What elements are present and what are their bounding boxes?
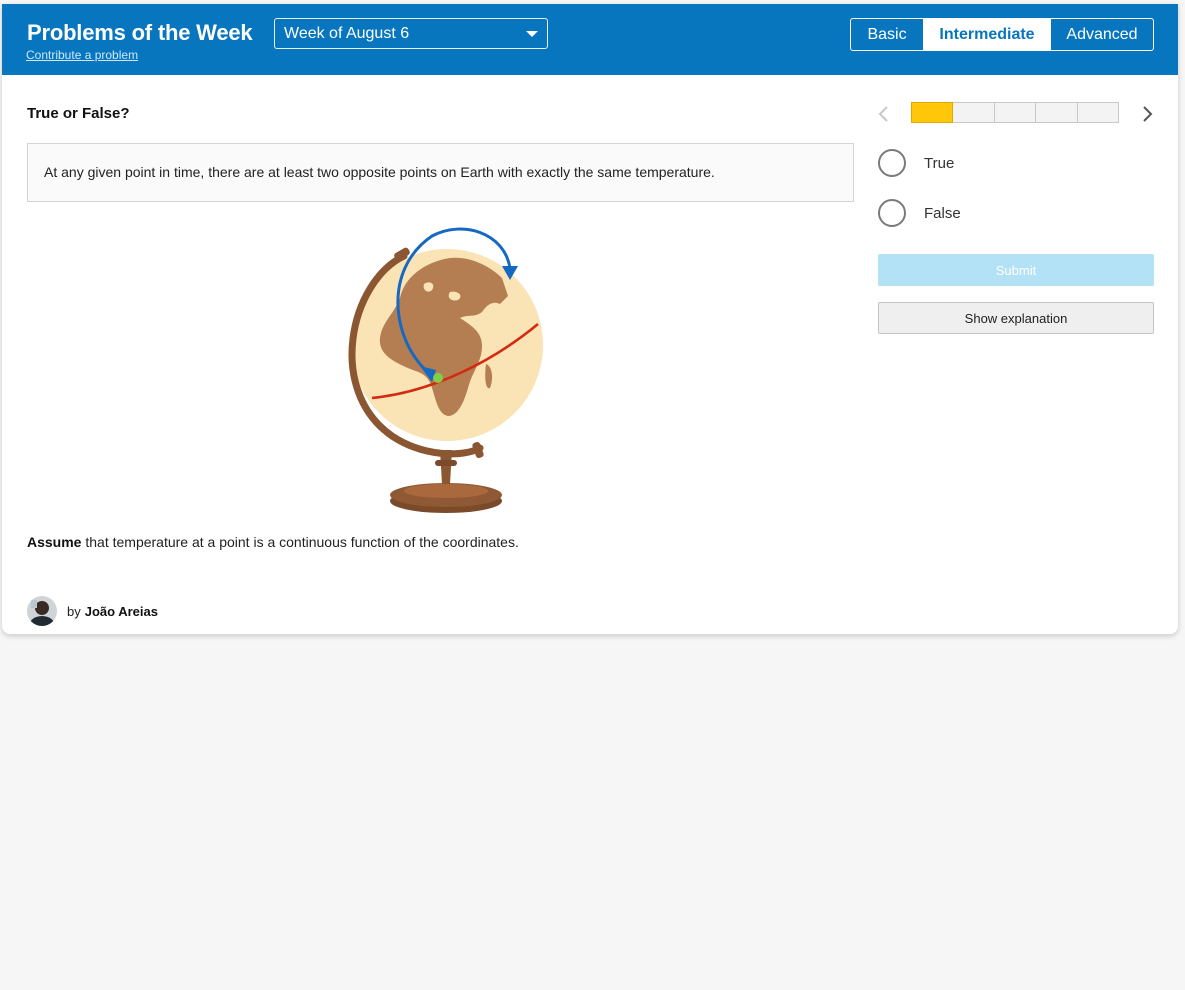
answer-option-false[interactable]: False — [878, 199, 961, 227]
assumption-text: Assume that temperature at a point is a … — [27, 534, 519, 550]
tab-advanced[interactable]: Advanced — [1050, 19, 1153, 50]
avatar-image — [27, 596, 57, 626]
assumption-rest: that temperature at a point is a continu… — [81, 534, 519, 550]
progress-segment — [953, 102, 995, 123]
progress-segment — [1077, 102, 1120, 123]
chevron-down-icon — [526, 31, 538, 37]
globe-stand-ring — [435, 460, 457, 466]
tab-intermediate[interactable]: Intermediate — [924, 19, 1050, 50]
globe-illustration — [348, 227, 543, 513]
author-prefix: by — [67, 603, 81, 619]
show-explanation-button[interactable]: Show explanation — [878, 302, 1154, 334]
chevron-right-icon[interactable] — [1141, 104, 1155, 124]
page-title: Problems of the Week — [27, 20, 253, 45]
author-name[interactable]: João Areias — [85, 604, 158, 619]
option-label-false: False — [924, 204, 961, 222]
difficulty-tabs: Basic Intermediate Advanced — [850, 18, 1154, 51]
author-credit: by João Areias — [27, 596, 158, 626]
contribute-link[interactable]: Contribute a problem — [26, 48, 138, 62]
assumption-bold: Assume — [27, 534, 82, 550]
point-marker — [433, 373, 443, 383]
avatar[interactable] — [27, 596, 57, 626]
progress-segment — [994, 102, 1037, 123]
progress-segment — [911, 102, 954, 123]
option-label-true: True — [924, 154, 955, 172]
globe-base-top — [404, 484, 488, 498]
week-select-value: Week of August 6 — [284, 25, 410, 42]
header-bar: Problems of the Week Contribute a proble… — [2, 4, 1178, 75]
problem-card: Problems of the Week Contribute a proble… — [2, 4, 1178, 634]
submit-button[interactable]: Submit — [878, 254, 1154, 286]
progress-segment — [1036, 102, 1078, 123]
question-heading: True or False? — [27, 105, 130, 122]
radio-false[interactable] — [878, 199, 906, 227]
week-select[interactable]: Week of August 6 — [274, 18, 548, 49]
problem-statement: At any given point in time, there are at… — [27, 143, 854, 202]
tab-basic[interactable]: Basic — [851, 19, 924, 50]
radio-true[interactable] — [878, 149, 906, 177]
progress-bar — [911, 102, 1120, 123]
chevron-left-icon[interactable] — [876, 104, 890, 124]
answer-option-true[interactable]: True — [878, 149, 954, 177]
